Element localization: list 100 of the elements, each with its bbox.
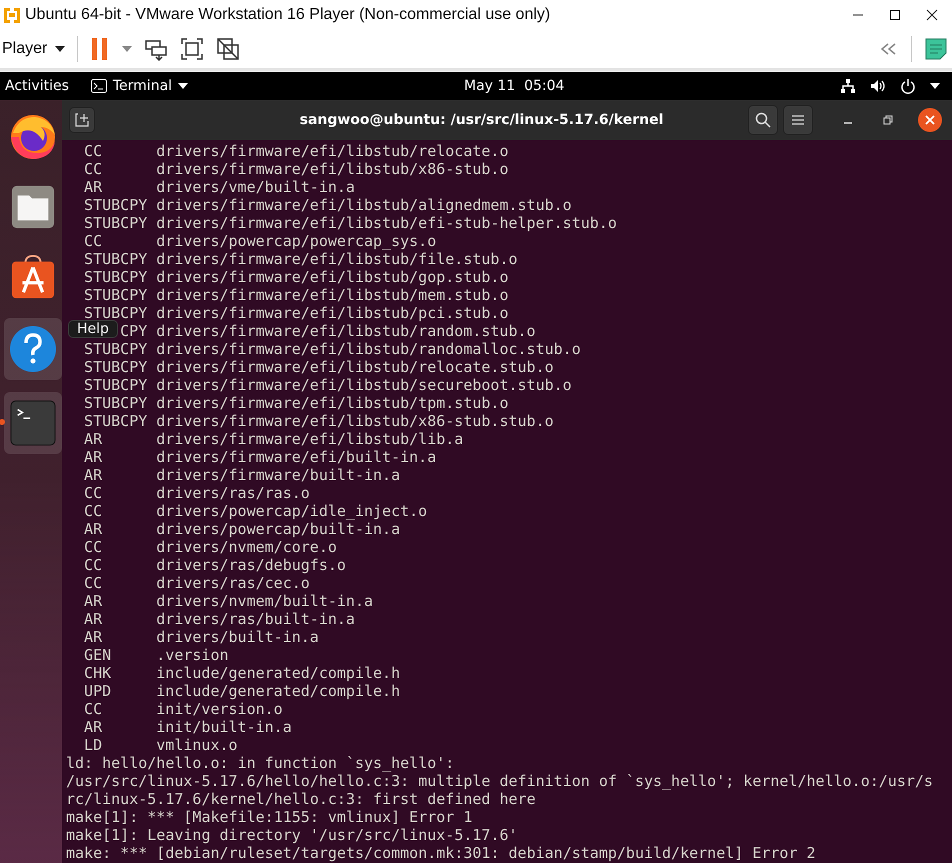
build-step-tag: AR	[84, 610, 102, 628]
build-output-path: drivers/firmware/efi/libstub/x86-stub.stub.o	[156, 412, 554, 430]
build-output-path: drivers/firmware/efi/libstub/pci.stub.o	[156, 304, 508, 322]
build-output-path: drivers/firmware/efi/libstub/file.stub.o	[156, 250, 518, 268]
build-output-path: drivers/firmware/efi/libstub/lib.a	[156, 430, 464, 448]
terminal-output-line: make[1]: Leaving directory '/usr/src/linux-5.17.6'	[66, 826, 518, 844]
build-step-tag: AR	[84, 430, 102, 448]
build-step-tag: STUBCPY	[84, 304, 148, 322]
build-step-tag: STUBCPY	[84, 376, 148, 394]
build-step-tag: STUBCPY	[84, 340, 148, 358]
build-output-path: drivers/firmware/efi/libstub/efi-stub-helper.stub.o	[156, 214, 617, 232]
search-button[interactable]	[748, 105, 778, 135]
build-output-path: drivers/ras/built-in.a	[156, 610, 355, 628]
build-step-tag: CC	[84, 142, 102, 160]
close-icon[interactable]	[918, 108, 942, 132]
build-step-tag: UPD	[84, 682, 112, 700]
build-output-path: include/generated/compile.h	[156, 664, 400, 682]
player-menu[interactable]: Player	[0, 40, 66, 58]
clock[interactable]: May 11 05:04	[464, 78, 564, 94]
terminal-title: sangwoo@ubuntu: /usr/src/linux-5.17.6/kernel	[298, 112, 664, 128]
build-step-tag: CC	[84, 556, 102, 574]
build-output-path: drivers/firmware/efi/built-in.a	[156, 448, 436, 466]
build-step-tag: AR	[84, 592, 102, 610]
new-tab-icon	[75, 113, 89, 127]
terminal-output-line: rc/linux-5.17.6/kernel/hello.c:3: first defined here	[66, 790, 536, 808]
help-icon[interactable]	[9, 325, 57, 373]
build-step-tag: CC	[84, 484, 102, 502]
build-step-tag: STUBCPY	[84, 268, 148, 286]
close-icon[interactable]	[926, 9, 938, 21]
build-step-tag: CHK	[84, 664, 112, 682]
caret-icon	[178, 83, 188, 89]
build-output-path: drivers/vme/built-in.a	[156, 178, 355, 196]
app-menu[interactable]: Terminal	[90, 78, 188, 94]
build-step-tag: STUBCPY	[84, 286, 148, 304]
build-output-path: drivers/firmware/efi/libstub/gop.stub.o	[156, 268, 508, 286]
build-step-tag: STUBCPY	[84, 214, 148, 232]
build-output-path: drivers/firmware/efi/libstub/alignedmem.stub.o	[156, 196, 572, 214]
build-output-path: drivers/firmware/efi/libstub/tpm.stub.o	[156, 394, 508, 412]
new-tab-button[interactable]	[69, 107, 95, 133]
build-output-path: vmlinux.o	[156, 736, 238, 754]
build-step-tag: CC	[84, 160, 102, 178]
build-output-path: drivers/firmware/efi/libstub/secureboot.stub.o	[156, 376, 572, 394]
build-output-path: drivers/firmware/built-in.a	[156, 466, 400, 484]
build-step-tag: GEN	[84, 646, 112, 664]
volume-icon[interactable]	[870, 78, 886, 94]
power-icon[interactable]	[900, 78, 916, 94]
terminal-output-line: make: *** [debian/ruleset/targets/common.mk:301: debian/stamp/build/kernel] Error 2	[66, 844, 816, 862]
build-output-path: drivers/ras/cec.o	[156, 574, 310, 592]
note-icon[interactable]	[924, 37, 948, 61]
build-step-tag: STUBCPY	[84, 358, 148, 376]
build-output-path: drivers/firmware/efi/libstub/random.stub.o	[156, 322, 536, 340]
build-step-tag: CC	[84, 574, 102, 592]
build-output-path: drivers/powercap/built-in.a	[156, 520, 400, 538]
build-step-tag: AR	[84, 718, 102, 736]
menu-button[interactable]	[783, 105, 813, 135]
folder-icon[interactable]	[10, 184, 56, 230]
maximize-icon[interactable]	[889, 9, 901, 21]
terminal-output-line: /usr/src/linux-5.17.6/hello/hello.c:3: multiple definition of `sys_hello'; kernel/hello.o:/usr/s	[66, 772, 933, 790]
network-icon[interactable]	[840, 78, 856, 94]
build-step-tag: CC	[84, 700, 102, 718]
build-step-tag: LD	[84, 736, 102, 754]
build-step-tag: CC	[84, 232, 102, 250]
caret-icon[interactable]	[930, 83, 940, 89]
build-step-tag: CPY	[120, 322, 148, 340]
build-output-path: drivers/powercap/powercap_sys.o	[156, 232, 436, 250]
build-output-path: include/generated/compile.h	[156, 682, 400, 700]
build-output-path: drivers/nvmem/built-in.a	[156, 592, 374, 610]
activities-button[interactable]: Activities	[0, 78, 69, 94]
vmware-logo-icon	[2, 5, 22, 25]
build-output-path: drivers/firmware/efi/libstub/randomalloc.stub.o	[156, 340, 581, 358]
build-step-tag: AR	[84, 448, 102, 466]
build-step-tag: STUBCPY	[84, 412, 148, 430]
build-output-path: drivers/ras/ras.o	[156, 484, 310, 502]
build-step-tag: CC	[84, 538, 102, 556]
build-step-tag: STUBCPY	[84, 250, 148, 268]
build-output-path: init/version.o	[156, 700, 283, 718]
firefox-icon[interactable]	[9, 113, 57, 161]
tooltip: Help	[68, 320, 118, 338]
build-output-path: drivers/powercap/idle_inject.o	[156, 502, 428, 520]
build-output-path: init/built-in.a	[156, 718, 292, 736]
build-step-tag: STUBCPY	[84, 394, 148, 412]
terminal-output-line: ld: hello/hello.o: in function `sys_hello':	[66, 754, 454, 772]
build-step-tag: AR	[84, 628, 102, 646]
terminal-output-line: make[1]: *** [Makefile:1155: vmlinux] Error 1	[66, 808, 472, 826]
build-output-path: drivers/firmware/efi/libstub/mem.stub.o	[156, 286, 508, 304]
shopping-bag-icon[interactable]	[10, 253, 56, 301]
build-step-tag: AR	[84, 466, 102, 484]
caret-icon	[55, 46, 66, 52]
fullscreen-icon[interactable]	[180, 37, 204, 61]
build-output-path: drivers/firmware/efi/libstub/relocate.o	[156, 142, 508, 160]
build-output-path: drivers/ras/debugfs.o	[156, 556, 346, 574]
terminal-icon	[90, 79, 107, 93]
unity-off-icon[interactable]	[216, 37, 240, 61]
build-step-tag: CC	[84, 502, 102, 520]
build-output-path: drivers/built-in.a	[156, 628, 319, 646]
build-output-path: .version	[156, 646, 229, 664]
build-output-path: drivers/nvmem/core.o	[156, 538, 337, 556]
restore-icon[interactable]	[883, 115, 893, 125]
app-menu-label: Terminal	[112, 78, 172, 94]
build-step-tag: AR	[84, 178, 102, 196]
